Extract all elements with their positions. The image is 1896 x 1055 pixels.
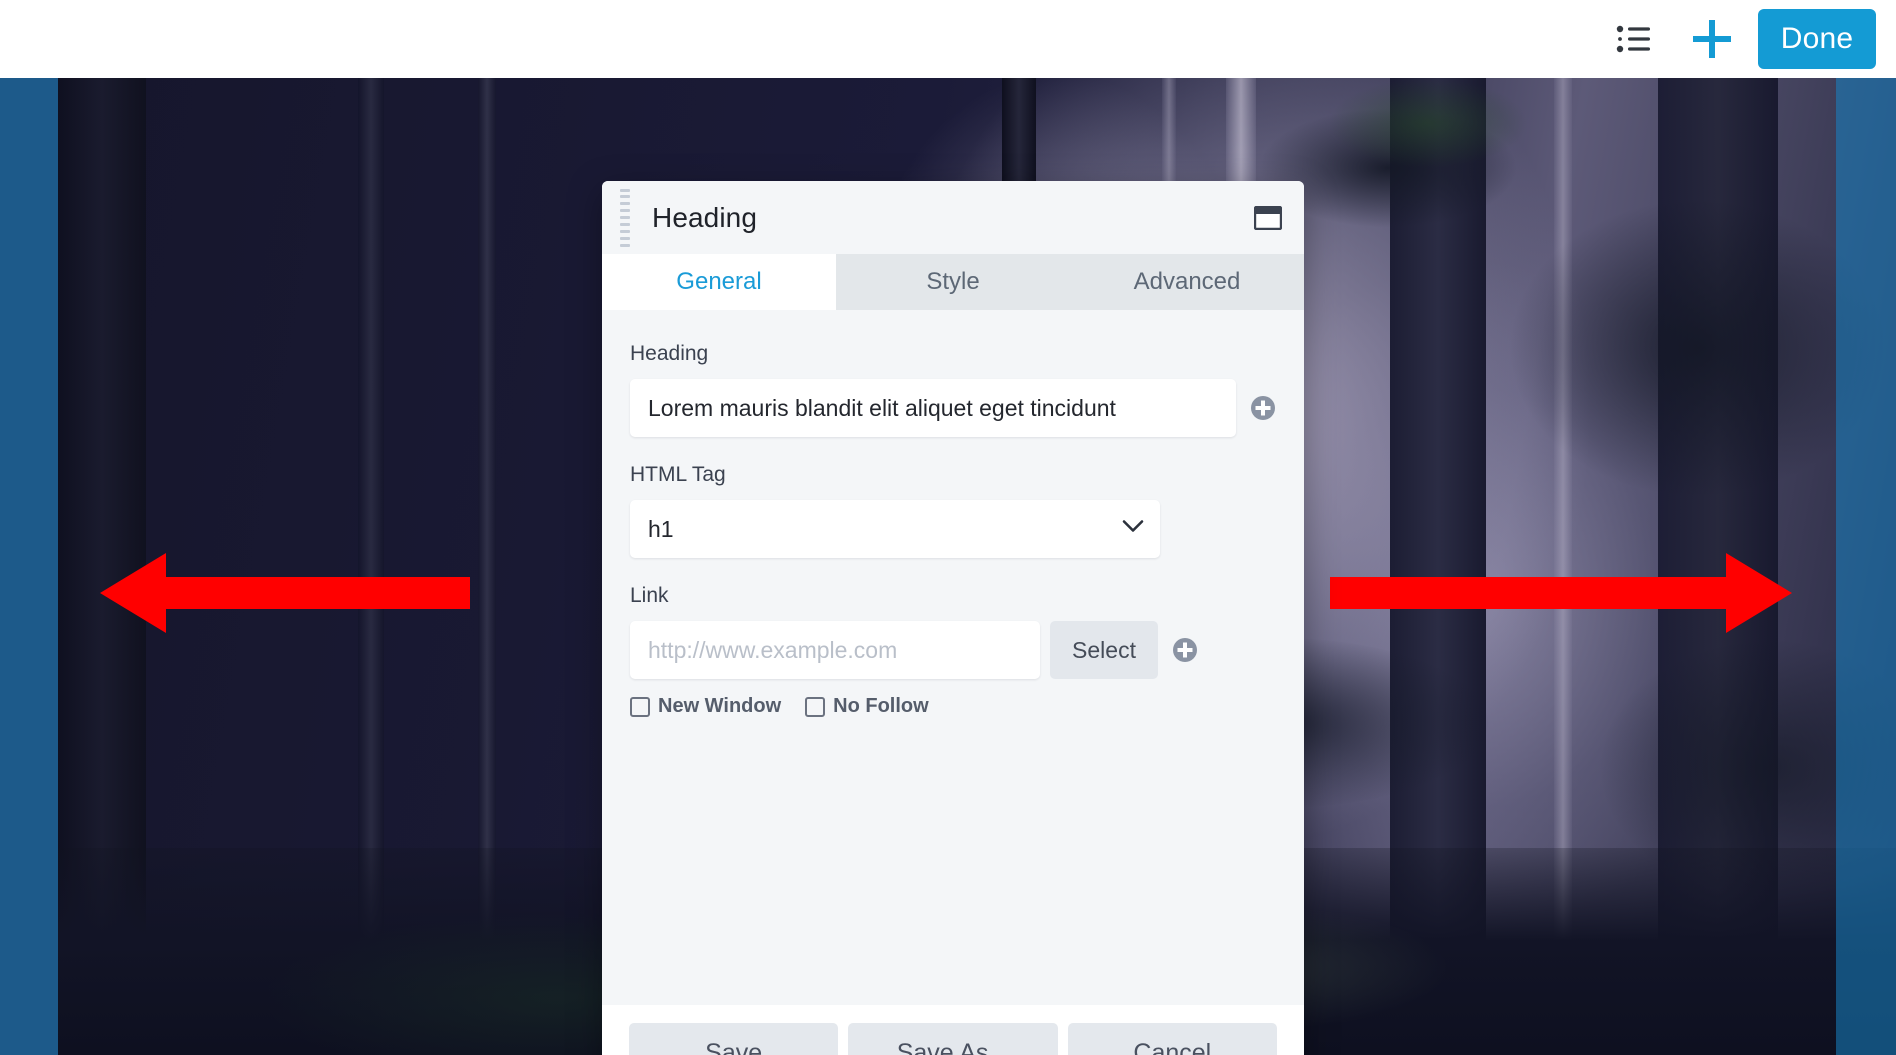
html-tag-field-row: h1 <box>630 500 1276 558</box>
add-dynamic-icon[interactable] <box>1172 637 1198 663</box>
panel-tabs: General Style Advanced <box>602 254 1304 310</box>
no-follow-label: No Follow <box>833 695 929 717</box>
page-canvas: Heading General Style Advanced Heading L… <box>0 78 1896 1055</box>
left-arrow-annotation <box>100 553 470 638</box>
panel-title: Heading <box>652 201 758 233</box>
plus-icon[interactable] <box>1680 8 1744 70</box>
no-follow-checkbox[interactable]: No Follow <box>805 695 929 718</box>
panel-header: Heading <box>602 181 1304 254</box>
heading-input[interactable] <box>630 379 1236 437</box>
link-field-label: Link <box>630 584 669 607</box>
window-mode-icon[interactable] <box>1253 205 1283 230</box>
checkbox-box[interactable] <box>630 696 650 717</box>
right-arrow-annotation <box>1330 553 1792 638</box>
right-color-rail <box>1836 78 1896 1055</box>
tab-advanced[interactable]: Advanced <box>1070 254 1304 310</box>
link-field-group: Link Select <box>630 584 1276 718</box>
panel-footer: Save Save As... Cancel <box>602 1005 1304 1055</box>
list-view-icon[interactable] <box>1604 8 1666 70</box>
app-root: Done Heading General Style Advanced Head… <box>0 0 1896 1055</box>
done-button[interactable]: Done <box>1758 9 1876 69</box>
link-field-row: Select <box>630 621 1276 679</box>
html-tag-select-wrap: h1 <box>630 500 1160 558</box>
save-button[interactable]: Save <box>629 1023 839 1055</box>
heading-field-label: Heading <box>630 342 709 365</box>
add-dynamic-icon[interactable] <box>1250 395 1276 421</box>
save-as-button[interactable]: Save As... <box>848 1023 1058 1055</box>
tab-general[interactable]: General <box>602 254 836 310</box>
html-tag-field-group: HTML Tag h1 <box>630 463 1276 558</box>
checkbox-box[interactable] <box>805 696 826 717</box>
tab-style[interactable]: Style <box>836 254 1070 310</box>
new-window-label: New Window <box>658 695 782 717</box>
html-tag-field-label: HTML Tag <box>630 463 726 486</box>
heading-field-row <box>630 379 1276 437</box>
cancel-button[interactable]: Cancel <box>1067 1023 1277 1055</box>
drag-handle-icon[interactable] <box>620 188 630 247</box>
left-color-rail <box>0 78 58 1055</box>
top-toolbar: Done <box>0 0 1896 78</box>
html-tag-select[interactable]: h1 <box>630 500 1160 558</box>
new-window-checkbox[interactable]: New Window <box>630 695 781 718</box>
heading-field-group: Heading <box>630 342 1276 437</box>
link-select-button[interactable]: Select <box>1050 621 1158 679</box>
panel-body: Heading HTML Tag <box>602 310 1304 1005</box>
link-input[interactable] <box>630 621 1040 679</box>
link-options: New Window No Follow <box>630 695 1276 718</box>
widget-settings-panel: Heading General Style Advanced Heading L… <box>602 181 1304 1055</box>
